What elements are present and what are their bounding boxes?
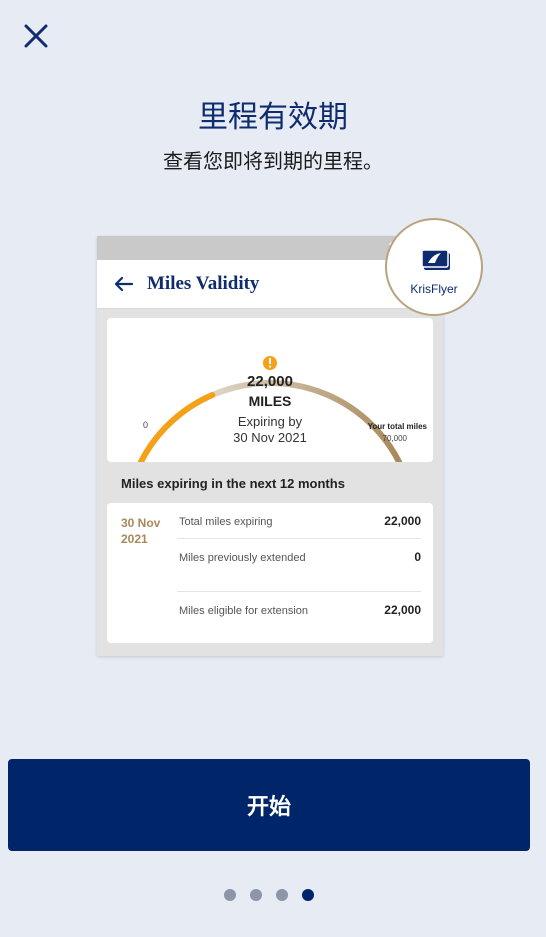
pagination-dot[interactable] xyxy=(302,889,314,901)
start-button[interactable]: 开始 xyxy=(8,759,530,851)
close-icon[interactable] xyxy=(22,22,50,50)
pagination-dot[interactable] xyxy=(276,889,288,901)
total-miles-value: 70,000 xyxy=(382,434,407,443)
krisflyer-card-icon xyxy=(421,249,450,270)
gauge-min-label: 0 xyxy=(143,420,149,430)
row-label: Miles eligible for extension xyxy=(179,605,309,617)
row-value: 22,000 xyxy=(384,603,421,617)
pagination-dot[interactable] xyxy=(250,889,262,901)
row-value: 0 xyxy=(414,550,421,564)
pagination-dots xyxy=(224,889,314,901)
row-label: Miles previously extended xyxy=(179,552,306,564)
expiring-miles-value: 22,000 xyxy=(247,373,293,390)
krisflyer-badge: KrisFlyer xyxy=(385,218,483,316)
page-subtitle: 查看您即将到期的里程。 xyxy=(163,149,383,173)
back-arrow-icon xyxy=(114,276,133,292)
page-title: 里程有效期 xyxy=(198,100,348,135)
expiry-date-label: 30 Nov 2021 xyxy=(121,516,161,546)
app-bar-title: Miles Validity xyxy=(147,273,260,294)
krisflyer-label: KrisFlyer xyxy=(410,282,458,296)
row-divider xyxy=(177,591,421,592)
expiry-table: 30 Nov 2021 Total miles expiring 22,000 … xyxy=(107,503,433,643)
warning-icon xyxy=(263,356,277,370)
total-miles-label: Your total miles xyxy=(367,422,427,431)
section-title: Miles expiring in the next 12 months xyxy=(121,476,345,491)
row-label: Total miles expiring xyxy=(179,516,273,528)
pagination-dot[interactable] xyxy=(224,889,236,901)
miles-gauge-card: 22,000 MILES Expiring by 30 Nov 2021 0 Y… xyxy=(107,318,433,462)
row-divider xyxy=(177,538,421,539)
expiring-miles-unit: MILES xyxy=(248,393,292,409)
phone-mockup-illustration: Miles Validity 22,000 MILES Expiring by … xyxy=(97,236,443,656)
row-value: 22,000 xyxy=(384,514,421,528)
